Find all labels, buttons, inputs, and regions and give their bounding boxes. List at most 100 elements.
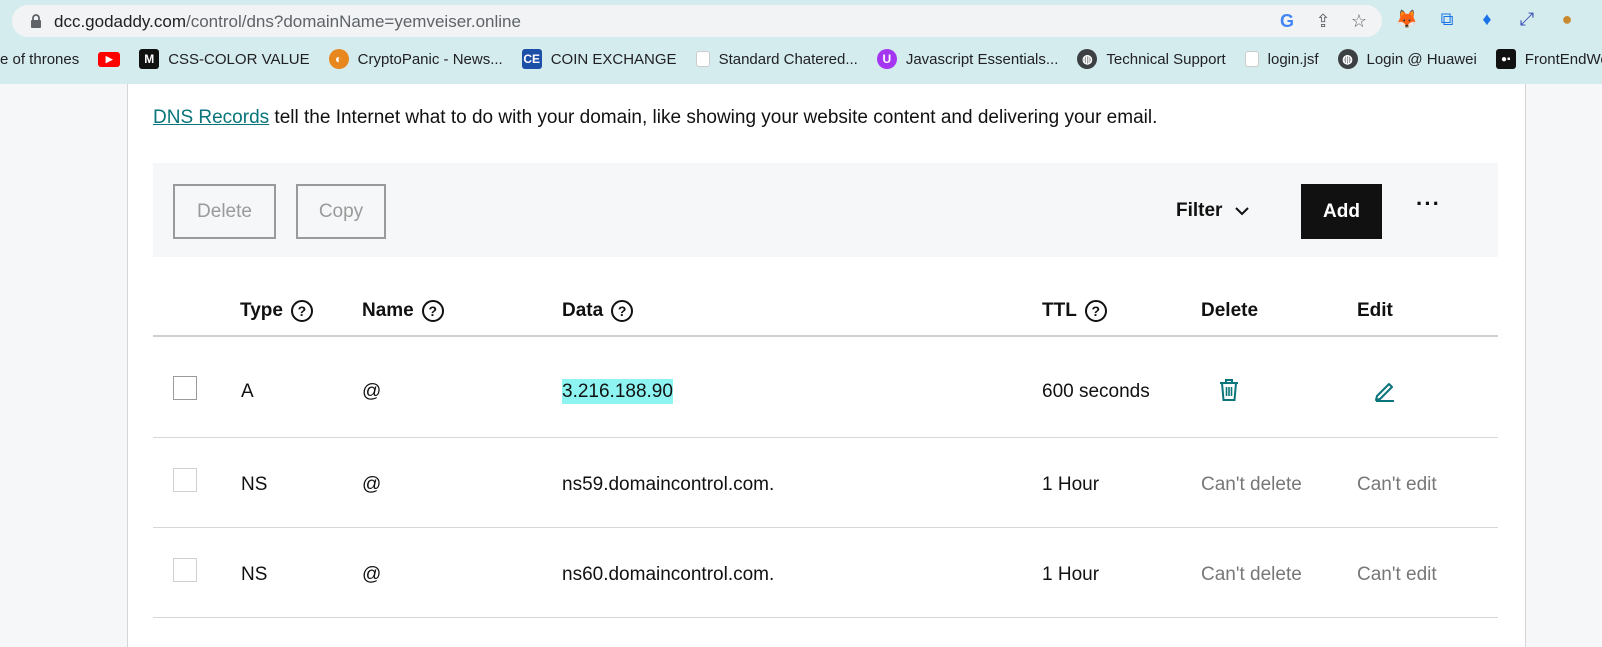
- filter-label: Filter: [1176, 200, 1223, 221]
- trash-icon[interactable]: [1216, 377, 1242, 403]
- delete-button[interactable]: Delete: [173, 184, 276, 239]
- more-options-icon[interactable]: ···: [1416, 191, 1441, 217]
- url-text: dcc.godaddy.com/control/dns?domainName=y…: [54, 12, 521, 32]
- intro-body: tell the Internet what to do with your d…: [269, 107, 1158, 128]
- cant-delete-text: Can't delete: [1201, 564, 1302, 585]
- record-name: @: [362, 564, 382, 585]
- star-icon[interactable]: ☆: [1348, 10, 1370, 32]
- header-delete: Delete: [1201, 300, 1258, 322]
- chevron-down-icon: [1235, 207, 1250, 216]
- globe-icon: ◍: [1077, 49, 1098, 69]
- copy-button[interactable]: Copy: [296, 184, 386, 239]
- globe-icon: ◍: [1337, 49, 1358, 69]
- cant-edit-text: Can't edit: [1357, 564, 1437, 585]
- bookmark-standard-chartered[interactable]: Standard Chatered...: [695, 50, 858, 68]
- ethereum-icon[interactable]: ♦: [1475, 7, 1499, 31]
- bookmark-coin-exchange[interactable]: CE COIN EXCHANGE: [521, 49, 677, 69]
- pencil-icon[interactable]: [1372, 377, 1398, 403]
- record-ttl: 1 Hour: [1042, 474, 1100, 495]
- record-data: ns59.domaincontrol.com.: [562, 474, 775, 495]
- medium-icon: ●▪: [1495, 49, 1516, 69]
- header-name-label: Name: [362, 300, 414, 321]
- record-ttl: 600 seconds: [1042, 381, 1150, 402]
- cant-delete-text: Can't delete: [1201, 474, 1302, 495]
- filter-dropdown[interactable]: Filter: [1176, 200, 1250, 222]
- table-row: NS @ ns60.domaincontrol.com. 1 Hour Can'…: [153, 528, 1498, 618]
- bookmark-youtube[interactable]: ▶: [98, 51, 121, 67]
- header-data[interactable]: Data?: [562, 300, 634, 322]
- extension-icon[interactable]: ⧉: [1435, 7, 1459, 31]
- header-delete-label: Delete: [1201, 300, 1259, 321]
- bookmark-label: FrontEndWebD: [1524, 50, 1602, 68]
- google-icon[interactable]: G: [1276, 10, 1298, 32]
- cant-edit-text: Can't edit: [1357, 474, 1437, 495]
- page-icon: [695, 51, 710, 67]
- table-row: A @ 3.216.188.90 600 seconds: [153, 347, 1498, 438]
- url-path: /control/dns?domainName=yemveiser.online: [185, 12, 521, 31]
- bookmark-label: Login @ Huawei: [1366, 50, 1477, 68]
- url-domain: dcc.godaddy.com: [54, 12, 186, 31]
- header-ttl[interactable]: TTL?: [1042, 300, 1107, 322]
- cookie-icon[interactable]: ●: [1555, 7, 1579, 31]
- row-checkbox: [173, 468, 197, 492]
- record-data: 3.216.188.90: [562, 379, 673, 404]
- header-ttl-label: TTL: [1042, 300, 1077, 321]
- share-icon[interactable]: ⇪: [1312, 10, 1334, 32]
- youtube-icon: ▶: [98, 51, 121, 67]
- browser-chrome: dcc.godaddy.com/control/dns?domainName=y…: [0, 0, 1602, 84]
- bookmark-frontend-web[interactable]: ●▪ FrontEndWebD: [1495, 49, 1602, 69]
- header-type-label: Type: [240, 300, 283, 321]
- record-type: NS: [241, 474, 268, 495]
- header-type[interactable]: Type?: [240, 300, 313, 322]
- bookmark-label: Technical Support: [1106, 50, 1226, 68]
- bookmark-javascript-essentials[interactable]: U Javascript Essentials...: [876, 49, 1059, 69]
- bookmark-technical-support[interactable]: ◍ Technical Support: [1077, 49, 1226, 69]
- extension-2-icon[interactable]: ⤢: [1515, 7, 1539, 31]
- bookmark-cryptopanic[interactable]: ◐ CryptoPanic - News...: [328, 49, 503, 69]
- bookmark-login-jsf[interactable]: login.jsf: [1244, 50, 1319, 68]
- dns-page: DNS Records tell the Internet what to do…: [127, 84, 1526, 647]
- table-header: Type? Name? Data? TTL? Delete Edit: [153, 292, 1498, 337]
- add-record-button[interactable]: Add: [1301, 184, 1382, 239]
- record-data-value: 3.216.188.90: [562, 379, 673, 404]
- help-icon[interactable]: ?: [290, 300, 313, 322]
- row-checkbox[interactable]: [173, 376, 197, 400]
- record-name: @: [362, 474, 382, 495]
- bookmark-label: Standard Chatered...: [718, 50, 858, 68]
- header-edit-label: Edit: [1357, 300, 1393, 321]
- mdn-icon: M: [139, 49, 160, 69]
- help-icon[interactable]: ?: [1084, 300, 1107, 322]
- bookmarks-bar: e of thrones ▶ M CSS-COLOR VALUE ◐ CryptoP…: [0, 44, 1602, 74]
- bookmark-css-color[interactable]: M CSS-COLOR VALUE: [139, 49, 310, 69]
- header-name[interactable]: Name?: [362, 300, 444, 322]
- table-row: NS @ ns59.domaincontrol.com. 1 Hour Can'…: [153, 438, 1498, 528]
- dns-records-link[interactable]: DNS Records: [153, 107, 269, 128]
- header-edit: Edit: [1357, 300, 1393, 322]
- page-icon: [1244, 51, 1259, 67]
- header-data-label: Data: [562, 300, 604, 321]
- record-type: A: [241, 381, 254, 402]
- bookmark-label: CryptoPanic - News...: [357, 50, 503, 68]
- help-icon[interactable]: ?: [421, 300, 444, 322]
- metamask-icon[interactable]: 🦊: [1395, 7, 1419, 31]
- bookmark-label: CSS-COLOR VALUE: [168, 50, 310, 68]
- bookmark-login-huawei[interactable]: ◍ Login @ Huawei: [1337, 49, 1477, 69]
- intro-text: DNS Records tell the Internet what to do…: [153, 107, 1157, 129]
- bookmark-game-of-thrones[interactable]: e of thrones: [0, 51, 79, 68]
- record-name: @: [362, 381, 382, 402]
- address-bar[interactable]: dcc.godaddy.com/control/dns?domainName=y…: [12, 5, 1382, 37]
- coin-exchange-icon: CE: [521, 49, 542, 69]
- bookmark-label: e of thrones: [0, 50, 80, 68]
- lock-icon: [31, 14, 41, 28]
- bookmark-label: Javascript Essentials...: [905, 50, 1059, 68]
- cryptopanic-icon: ◐: [328, 49, 349, 69]
- bookmark-label: COIN EXCHANGE: [550, 50, 677, 68]
- bookmark-label: login.jsf: [1267, 50, 1319, 68]
- record-ttl: 1 Hour: [1042, 564, 1100, 585]
- help-icon[interactable]: ?: [611, 300, 634, 322]
- record-data: ns60.domaincontrol.com.: [562, 564, 775, 585]
- udemy-icon: U: [876, 49, 897, 69]
- records-toolbar: Delete Copy Filter Add ···: [153, 163, 1498, 257]
- record-type: NS: [241, 564, 268, 585]
- row-checkbox: [173, 558, 197, 582]
